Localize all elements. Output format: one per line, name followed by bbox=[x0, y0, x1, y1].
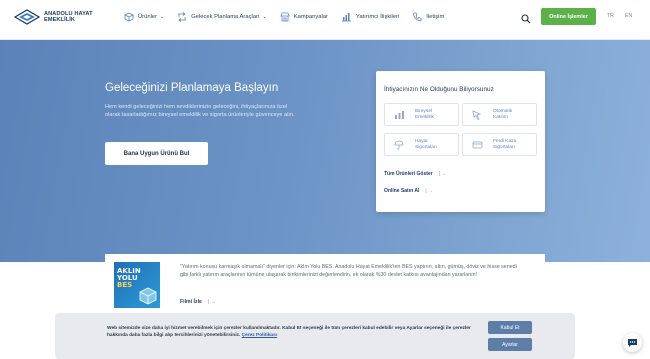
buy-online-link[interactable]: Online Satın Al | → bbox=[384, 188, 433, 194]
option-accident-insurance[interactable]: Ferdi Kaza Sigortaları bbox=[462, 133, 537, 156]
hero-section bbox=[0, 40, 650, 262]
search-icon bbox=[521, 14, 531, 24]
cookie-text: Web sitemizde size daha iyi hizmet vereb… bbox=[107, 325, 487, 340]
nav-item-label: Yatırımcı İlişkileri bbox=[355, 14, 400, 20]
nav-item-label: Kampanyalar bbox=[293, 14, 328, 20]
cookie-banner: Web sitemizde size daha iyi hizmet vereb… bbox=[55, 313, 575, 359]
nav-item-label: Ürünler bbox=[138, 14, 158, 20]
option-label-line1: Bireysel bbox=[415, 108, 433, 114]
bar-chart-icon bbox=[395, 110, 404, 119]
option-life-insurance[interactable]: Hayat Sigortaları bbox=[384, 133, 459, 156]
cursor-icon bbox=[472, 109, 482, 120]
chevron-down-icon: ⌄ bbox=[160, 14, 165, 20]
option-label: Bireysel Emeklilik bbox=[415, 109, 434, 121]
phone-icon bbox=[413, 12, 422, 21]
option-auto-enrollment[interactable]: Otomatik Katılım bbox=[462, 103, 537, 126]
option-label-line1: Ferdi Kaza bbox=[493, 138, 517, 144]
brand-name: ANADOLU HAYAT EMEKLİLİK bbox=[44, 11, 93, 24]
option-label: Hayat Sigortaları bbox=[415, 139, 437, 151]
option-individual-pension[interactable]: Bireysel Emeklilik bbox=[384, 103, 459, 126]
chat-button[interactable] bbox=[623, 333, 642, 352]
arrow-right-icon: | → bbox=[438, 171, 447, 177]
nav-item-contact[interactable]: İletişim bbox=[412, 10, 444, 24]
all-products-label: Tüm Ürünleri Göster bbox=[384, 171, 433, 177]
option-label-line1: Otomatik bbox=[493, 108, 513, 114]
chevron-down-icon: ⌄ bbox=[262, 14, 267, 20]
nav-item-campaigns[interactable]: Kampanyalar bbox=[280, 10, 328, 24]
cube-graphic-icon bbox=[139, 287, 157, 305]
nav-item-products[interactable]: Ürünler ⌄ bbox=[124, 10, 164, 24]
needs-card-title: İhtiyacınızın Ne Olduğunu Biliyorsunuz bbox=[384, 86, 494, 93]
option-label-line2: Emeklilik bbox=[415, 114, 434, 120]
buy-online-label: Online Satın Al bbox=[384, 188, 420, 194]
option-label-line2: Sigortaları bbox=[415, 144, 437, 150]
cookie-policy-link[interactable]: Çerez Politikası bbox=[242, 333, 277, 338]
main-nav: Ürünler ⌄ Gelecek Planlama Araçları ⌄ Ka… bbox=[124, 10, 457, 24]
storefront-icon bbox=[280, 12, 290, 22]
option-label: Otomatik Katılım bbox=[493, 109, 512, 121]
lang-en-link[interactable]: EN bbox=[625, 13, 632, 19]
nav-item-planning-tools[interactable]: Gelecek Planlama Araçları ⌄ bbox=[177, 10, 267, 24]
umbrella-icon bbox=[394, 140, 404, 150]
online-transactions-button[interactable]: Online İşlemler bbox=[541, 8, 596, 25]
bar-chart-icon bbox=[341, 13, 351, 22]
hero-title: Geleceğinizi Planlamaya Başlayın bbox=[105, 82, 279, 94]
arrow-right-icon: | → bbox=[207, 299, 216, 305]
flow-arrows-icon bbox=[178, 12, 187, 22]
promo-section: AKLIN YOLU BES "Yatırım konusu karmaşık … bbox=[105, 254, 545, 314]
watch-film-label: Filmi İzle bbox=[180, 299, 202, 305]
chat-bubble-icon bbox=[628, 338, 637, 347]
accept-cookies-button[interactable]: Kabul Et bbox=[488, 321, 532, 334]
arrow-right-icon: | → bbox=[425, 188, 434, 194]
hero-description: Hem kendi geleceğinizi hem sevdikleriniz… bbox=[105, 104, 295, 119]
brand-name-line2: EMEKLİLİK bbox=[44, 17, 76, 23]
nav-item-investor-relations[interactable]: Yatırımcı İlişkileri bbox=[341, 10, 399, 24]
needs-card: İhtiyacınızın Ne Olduğunu Biliyorsunuz B… bbox=[376, 71, 545, 212]
find-product-button[interactable]: Bana Uygun Ürünü Bul bbox=[105, 142, 208, 165]
option-label-line2: Katılım bbox=[493, 114, 508, 120]
brand-logo[interactable]: ANADOLU HAYAT EMEKLİLİK bbox=[13, 7, 106, 27]
option-label-line2: Sigortaları bbox=[493, 144, 515, 150]
option-label: Ferdi Kaza Sigortaları bbox=[493, 139, 516, 151]
video-thumbnail[interactable]: AKLIN YOLU BES bbox=[114, 262, 160, 308]
cube-icon bbox=[124, 12, 134, 22]
watch-film-link[interactable]: Filmi İzle | → bbox=[180, 299, 216, 305]
all-products-link[interactable]: Tüm Ürünleri Göster | → bbox=[384, 171, 446, 177]
site-header: ANADOLU HAYAT EMEKLİLİK Ürünler ⌄ Gelece… bbox=[0, 0, 650, 40]
cookie-message: Web sitemizde size daha iyi hizmet vereb… bbox=[107, 326, 471, 339]
search-button[interactable] bbox=[521, 11, 531, 29]
lang-tr-link[interactable]: TR bbox=[607, 13, 614, 19]
nav-item-label: Gelecek Planlama Araçları bbox=[191, 14, 260, 20]
nav-item-label: İletişim bbox=[426, 14, 445, 20]
card-icon bbox=[472, 141, 483, 148]
logo-mark-icon bbox=[13, 8, 41, 26]
promo-text: "Yatırım konusu karmaşık olmamalı" diyen… bbox=[180, 264, 517, 278]
cookie-settings-button[interactable]: Ayarlar bbox=[488, 338, 532, 351]
